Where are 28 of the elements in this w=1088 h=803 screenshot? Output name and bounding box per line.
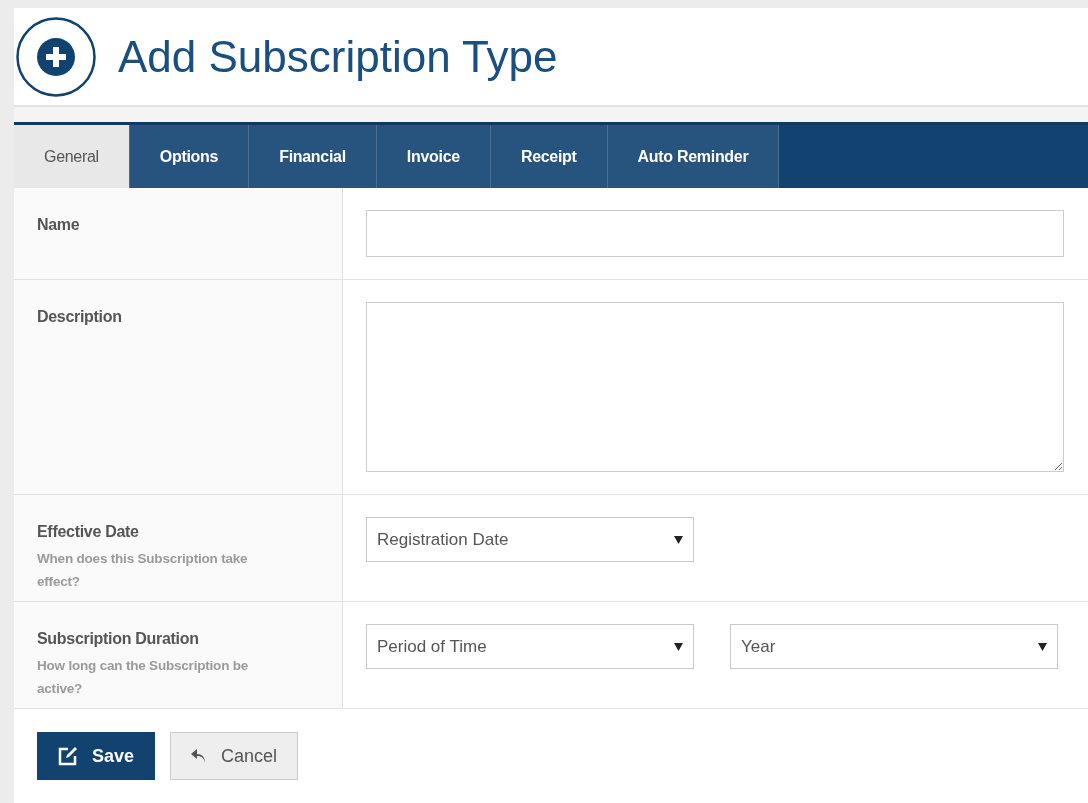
- edit-icon: [58, 746, 78, 766]
- text-area[interactable]: [366, 302, 1064, 472]
- reply-icon: [191, 749, 208, 763]
- page-title: Add Subscription Type: [118, 31, 558, 82]
- save-button[interactable]: Save: [37, 732, 156, 780]
- caret-icon: [674, 535, 683, 544]
- tab[interactable]: Invoice: [376, 125, 491, 188]
- caret-icon: [1038, 642, 1047, 651]
- field-label: Description: [37, 308, 123, 326]
- tab[interactable]: Receipt: [490, 125, 608, 188]
- tab[interactable]: Options: [129, 125, 250, 188]
- cancel-button[interactable]: Cancel: [170, 732, 299, 780]
- caret-icon: [674, 642, 683, 651]
- field-label: Effective Date: [37, 523, 140, 541]
- field-help-text: When does this Subscription take effect?: [37, 550, 249, 591]
- field-label: Name: [37, 216, 81, 234]
- field-label: Subscription Duration: [37, 630, 200, 648]
- select-value: Year: [741, 636, 776, 657]
- select-value: Period of Time: [377, 636, 487, 657]
- select-dropdown[interactable]: Period of Time: [366, 624, 694, 669]
- select-dropdown[interactable]: Year: [730, 624, 1058, 669]
- tab[interactable]: General: [14, 125, 130, 188]
- tab[interactable]: Financial: [249, 125, 377, 188]
- tab[interactable]: Auto Reminder: [607, 125, 780, 188]
- select-dropdown[interactable]: Registration Date: [366, 517, 694, 562]
- input-field[interactable]: [366, 210, 1064, 257]
- select-value: Registration Date: [377, 529, 509, 550]
- field-help-text: How long can the Subscription be active?: [37, 657, 250, 698]
